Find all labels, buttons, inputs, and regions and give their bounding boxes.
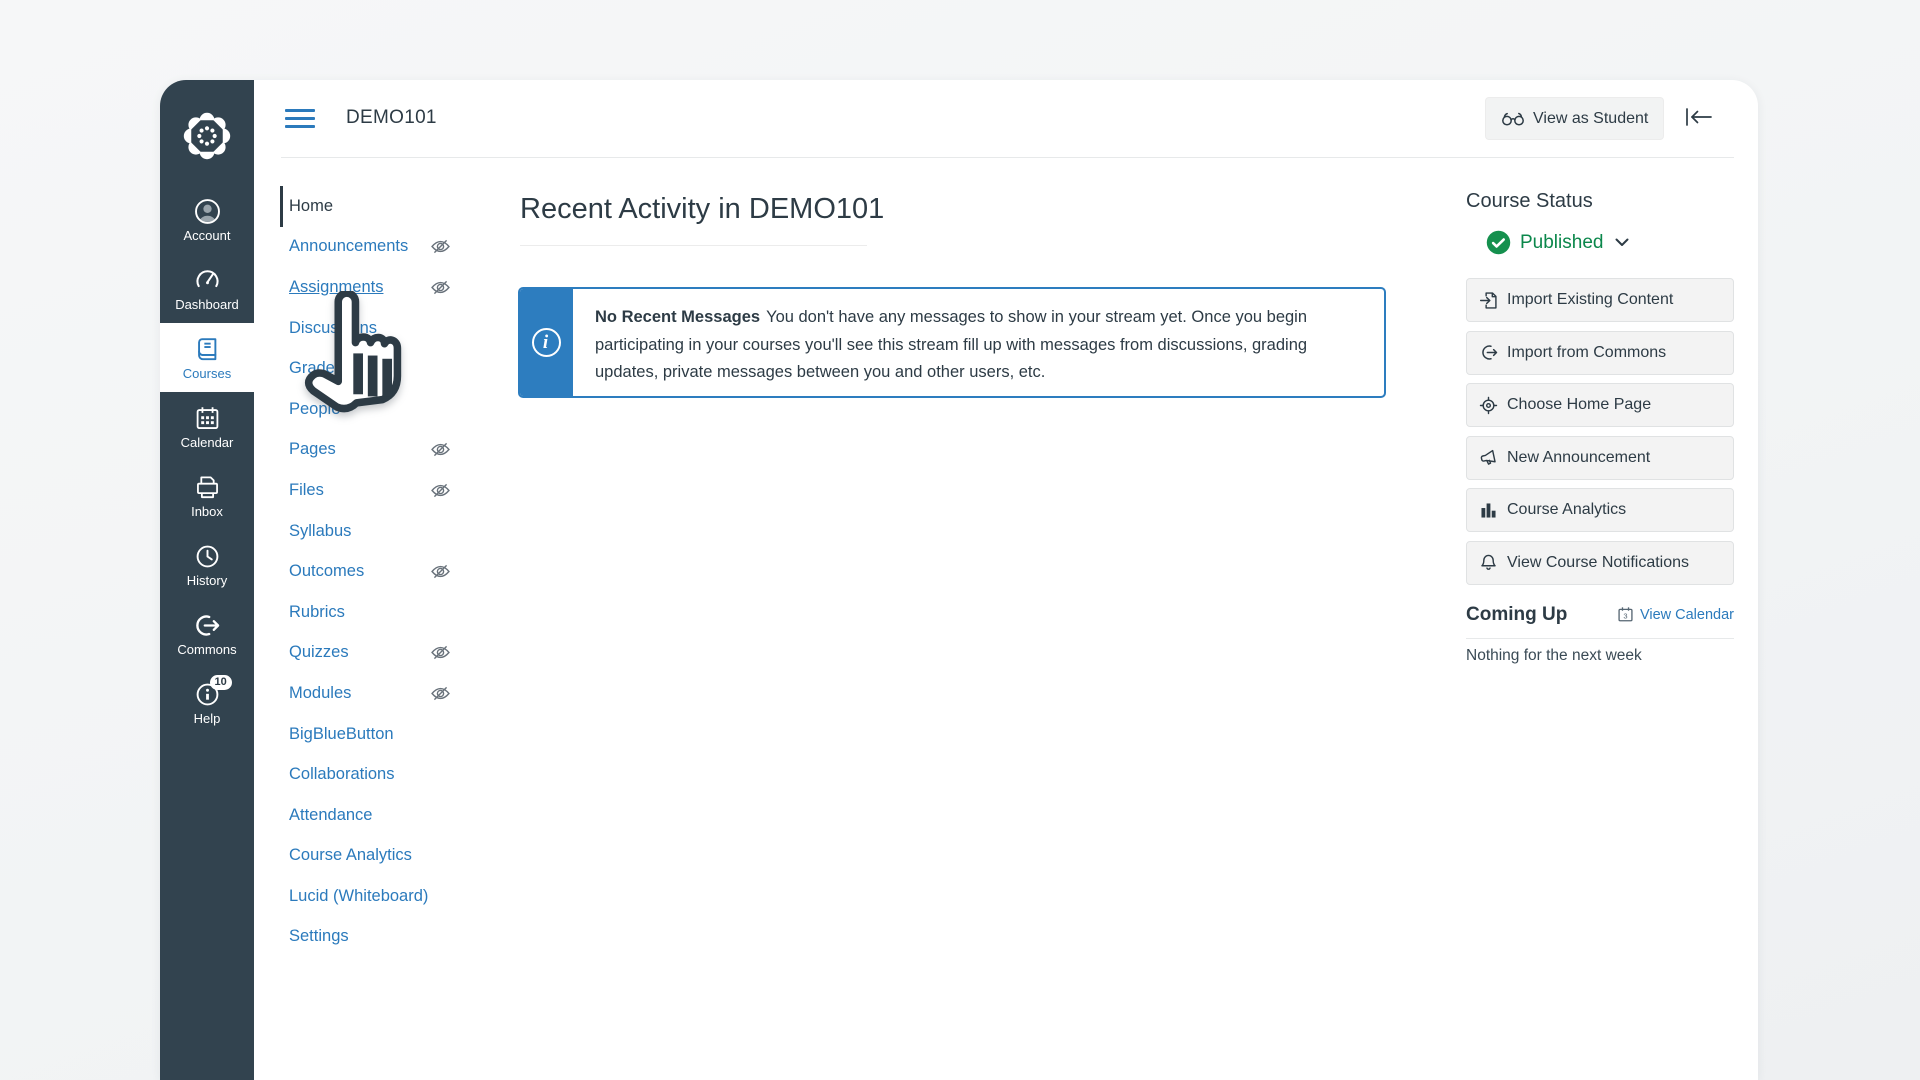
course-nav: Home Announcements Assignments Discussio… [280, 186, 462, 957]
megaphone-icon [1479, 448, 1498, 467]
coming-up-empty-text: Nothing for the next week [1466, 647, 1734, 665]
calendar-icon [194, 405, 221, 432]
course-nav-settings[interactable]: Settings [280, 917, 462, 958]
global-nav-list: Account Dashboard Courses Calendar Inbox… [160, 185, 254, 737]
course-nav-people[interactable]: People [280, 389, 462, 430]
course-nav-modules[interactable]: Modules [280, 673, 462, 714]
global-nav-label: Calendar [181, 436, 234, 449]
coming-up-heading: Coming Up [1466, 604, 1567, 626]
hidden-eye-icon [430, 442, 451, 457]
global-nav-history[interactable]: History [160, 530, 254, 599]
canvas-logo-icon[interactable] [178, 107, 236, 165]
book-icon [194, 336, 221, 363]
share-arrow-icon [194, 612, 221, 639]
course-nav-quizzes[interactable]: Quizzes [280, 633, 462, 674]
header-divider [281, 157, 1734, 158]
hidden-eye-icon [430, 564, 451, 579]
canvas-app-window: Account Dashboard Courses Calendar Inbox… [160, 80, 1758, 1080]
bell-icon [1479, 553, 1498, 572]
global-nav: Account Dashboard Courses Calendar Inbox… [160, 80, 254, 1080]
course-home-sidebar: Course Status Published Import Existing … [1466, 190, 1734, 665]
import-document-icon [1479, 291, 1498, 310]
heading-rule [520, 245, 867, 246]
chevron-down-icon [1615, 238, 1629, 247]
import-existing-content-button[interactable]: Import Existing Content [1466, 278, 1734, 322]
course-nav-files[interactable]: Files [280, 470, 462, 511]
no-recent-messages-alert: i No Recent MessagesYou don't have any m… [518, 287, 1386, 398]
hidden-eye-icon [430, 239, 451, 254]
svg-text:3: 3 [1623, 611, 1627, 620]
course-nav-attendance[interactable]: Attendance [280, 795, 462, 836]
course-analytics-button[interactable]: Course Analytics [1466, 488, 1734, 532]
course-nav-collaborations[interactable]: Collaborations [280, 754, 462, 795]
coming-up-header: Coming Up 3 View Calendar [1466, 604, 1734, 626]
help-count-badge: 10 [210, 675, 232, 690]
alert-message: No Recent MessagesYou don't have any mes… [573, 289, 1384, 396]
course-actions: Import Existing Content Import from Comm… [1466, 278, 1734, 585]
global-nav-label: History [187, 574, 227, 587]
course-nav-bigbluebutton[interactable]: BigBlueButton [280, 714, 462, 755]
view-as-student-button[interactable]: View as Student [1485, 97, 1664, 140]
alert-title: No Recent Messages [595, 308, 760, 326]
target-icon [1479, 396, 1498, 415]
course-nav-course-analytics[interactable]: Course Analytics [280, 836, 462, 877]
course-nav-lucid-whiteboard[interactable]: Lucid (Whiteboard) [280, 876, 462, 917]
hidden-eye-icon [430, 483, 451, 498]
course-nav-home[interactable]: Home [280, 186, 462, 227]
commons-import-icon [1479, 343, 1498, 362]
avatar-icon [194, 198, 221, 225]
course-nav-syllabus[interactable]: Syllabus [280, 511, 462, 552]
calendar-3-icon: 3 [1617, 606, 1634, 623]
global-nav-commons[interactable]: Commons [160, 599, 254, 668]
page-title: Recent Activity in DEMO101 [520, 193, 884, 226]
course-nav-announcements[interactable]: Announcements [280, 227, 462, 268]
glasses-icon [1501, 112, 1525, 126]
inbox-icon [194, 474, 221, 501]
hidden-eye-icon [430, 686, 451, 701]
course-code-title: DEMO101 [346, 107, 437, 129]
hidden-eye-icon [430, 280, 451, 295]
course-status-heading: Course Status [1466, 190, 1734, 213]
view-calendar-link[interactable]: 3 View Calendar [1617, 606, 1734, 623]
choose-home-page-button[interactable]: Choose Home Page [1466, 383, 1734, 427]
hamburger-menu-icon[interactable] [285, 109, 315, 132]
divider [1466, 638, 1734, 639]
global-nav-label: Courses [183, 367, 231, 380]
global-nav-label: Help [194, 712, 221, 725]
course-nav-assignments[interactable]: Assignments [280, 267, 462, 308]
course-nav-pages[interactable]: Pages [280, 430, 462, 471]
bar-chart-icon [1479, 501, 1498, 520]
course-nav-grades[interactable]: Grades [280, 348, 462, 389]
new-announcement-button[interactable]: New Announcement [1466, 436, 1734, 480]
hidden-eye-icon [430, 645, 451, 660]
course-nav-rubrics[interactable]: Rubrics [280, 592, 462, 633]
global-nav-label: Account [184, 229, 231, 242]
check-circle-icon [1486, 230, 1511, 255]
global-nav-dashboard[interactable]: Dashboard [160, 254, 254, 323]
course-nav-discussions[interactable]: Discussions [280, 308, 462, 349]
info-icon: i [532, 328, 561, 357]
global-nav-help[interactable]: 10 Help [160, 668, 254, 737]
status-badge: Published [1520, 232, 1603, 254]
alert-stripe: i [520, 289, 573, 396]
global-nav-calendar[interactable]: Calendar [160, 392, 254, 461]
global-nav-label: Commons [177, 643, 236, 656]
clock-icon [194, 543, 221, 570]
published-status[interactable]: Published [1486, 230, 1734, 255]
global-nav-account[interactable]: Account [160, 185, 254, 254]
gauge-icon [194, 267, 221, 294]
import-from-commons-button[interactable]: Import from Commons [1466, 331, 1734, 375]
global-nav-label: Inbox [191, 505, 223, 518]
global-nav-courses[interactable]: Courses [160, 323, 254, 392]
course-nav-outcomes[interactable]: Outcomes [280, 551, 462, 592]
collapse-panel-icon[interactable] [1684, 107, 1714, 129]
global-nav-label: Dashboard [175, 298, 239, 311]
global-nav-inbox[interactable]: Inbox [160, 461, 254, 530]
view-course-notifications-button[interactable]: View Course Notifications [1466, 541, 1734, 585]
